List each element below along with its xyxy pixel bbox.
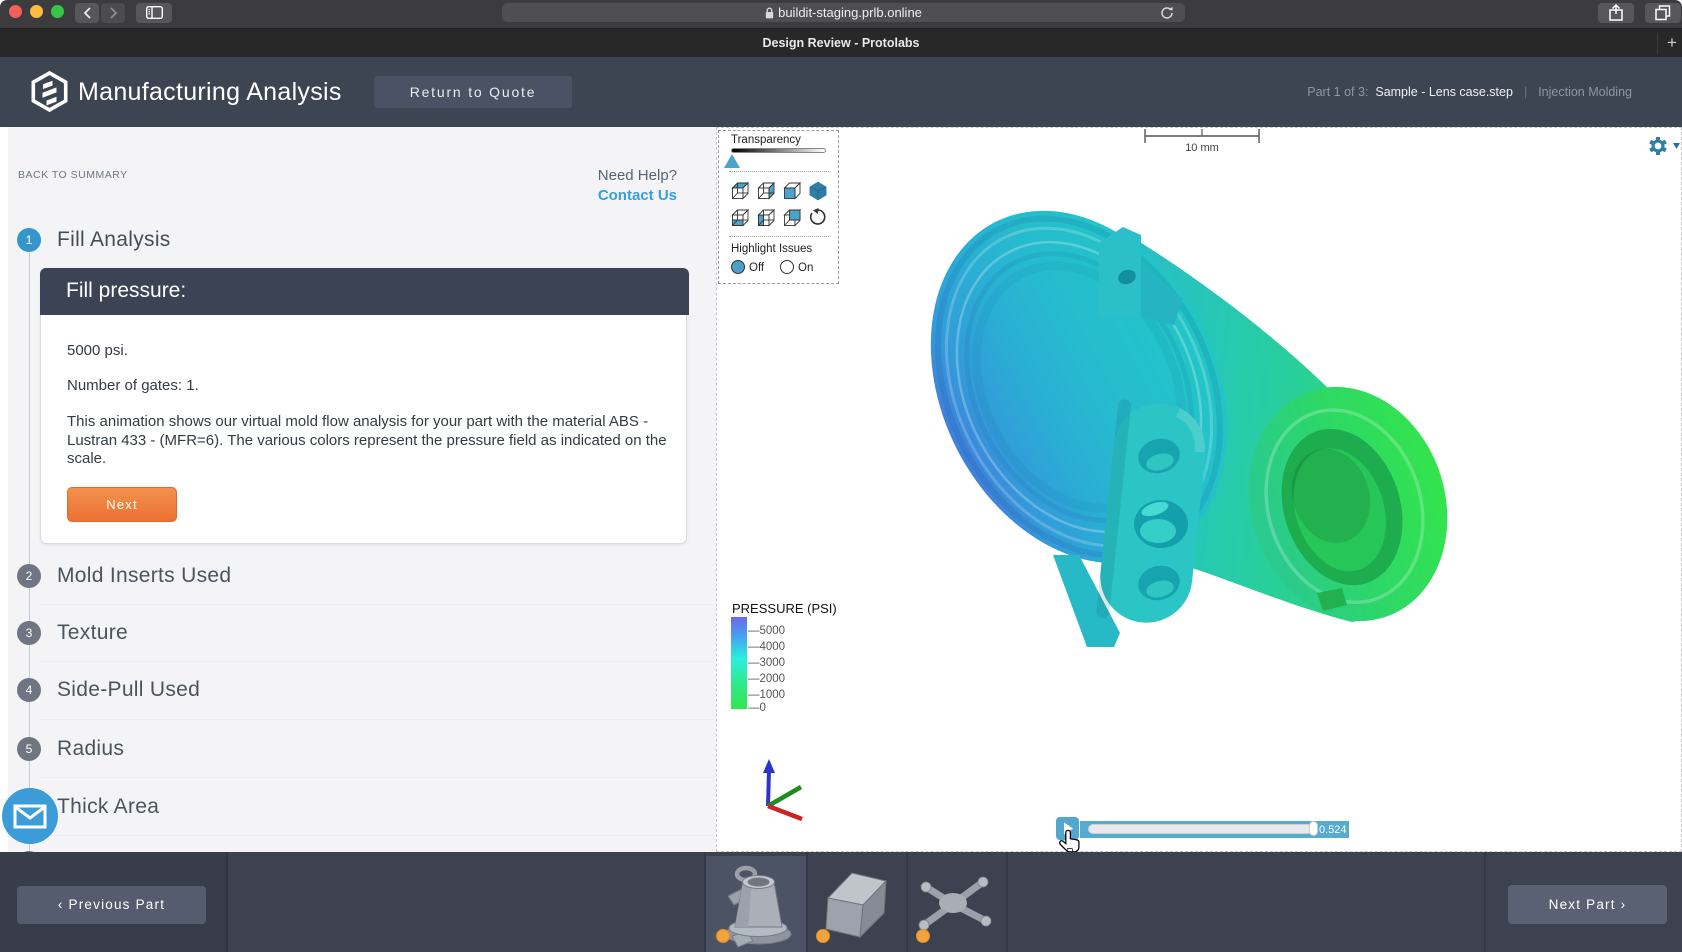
- svg-text:10 mm: 10 mm: [1185, 142, 1219, 154]
- svg-text:—1000: —1000: [748, 689, 785, 701]
- svg-text:—5000: —5000: [748, 625, 785, 637]
- svg-text:—0: —0: [748, 702, 766, 712]
- svg-text:—4000: —4000: [748, 641, 785, 653]
- svg-text:—3000: —3000: [748, 657, 785, 669]
- svg-text:—2000: —2000: [748, 673, 785, 685]
